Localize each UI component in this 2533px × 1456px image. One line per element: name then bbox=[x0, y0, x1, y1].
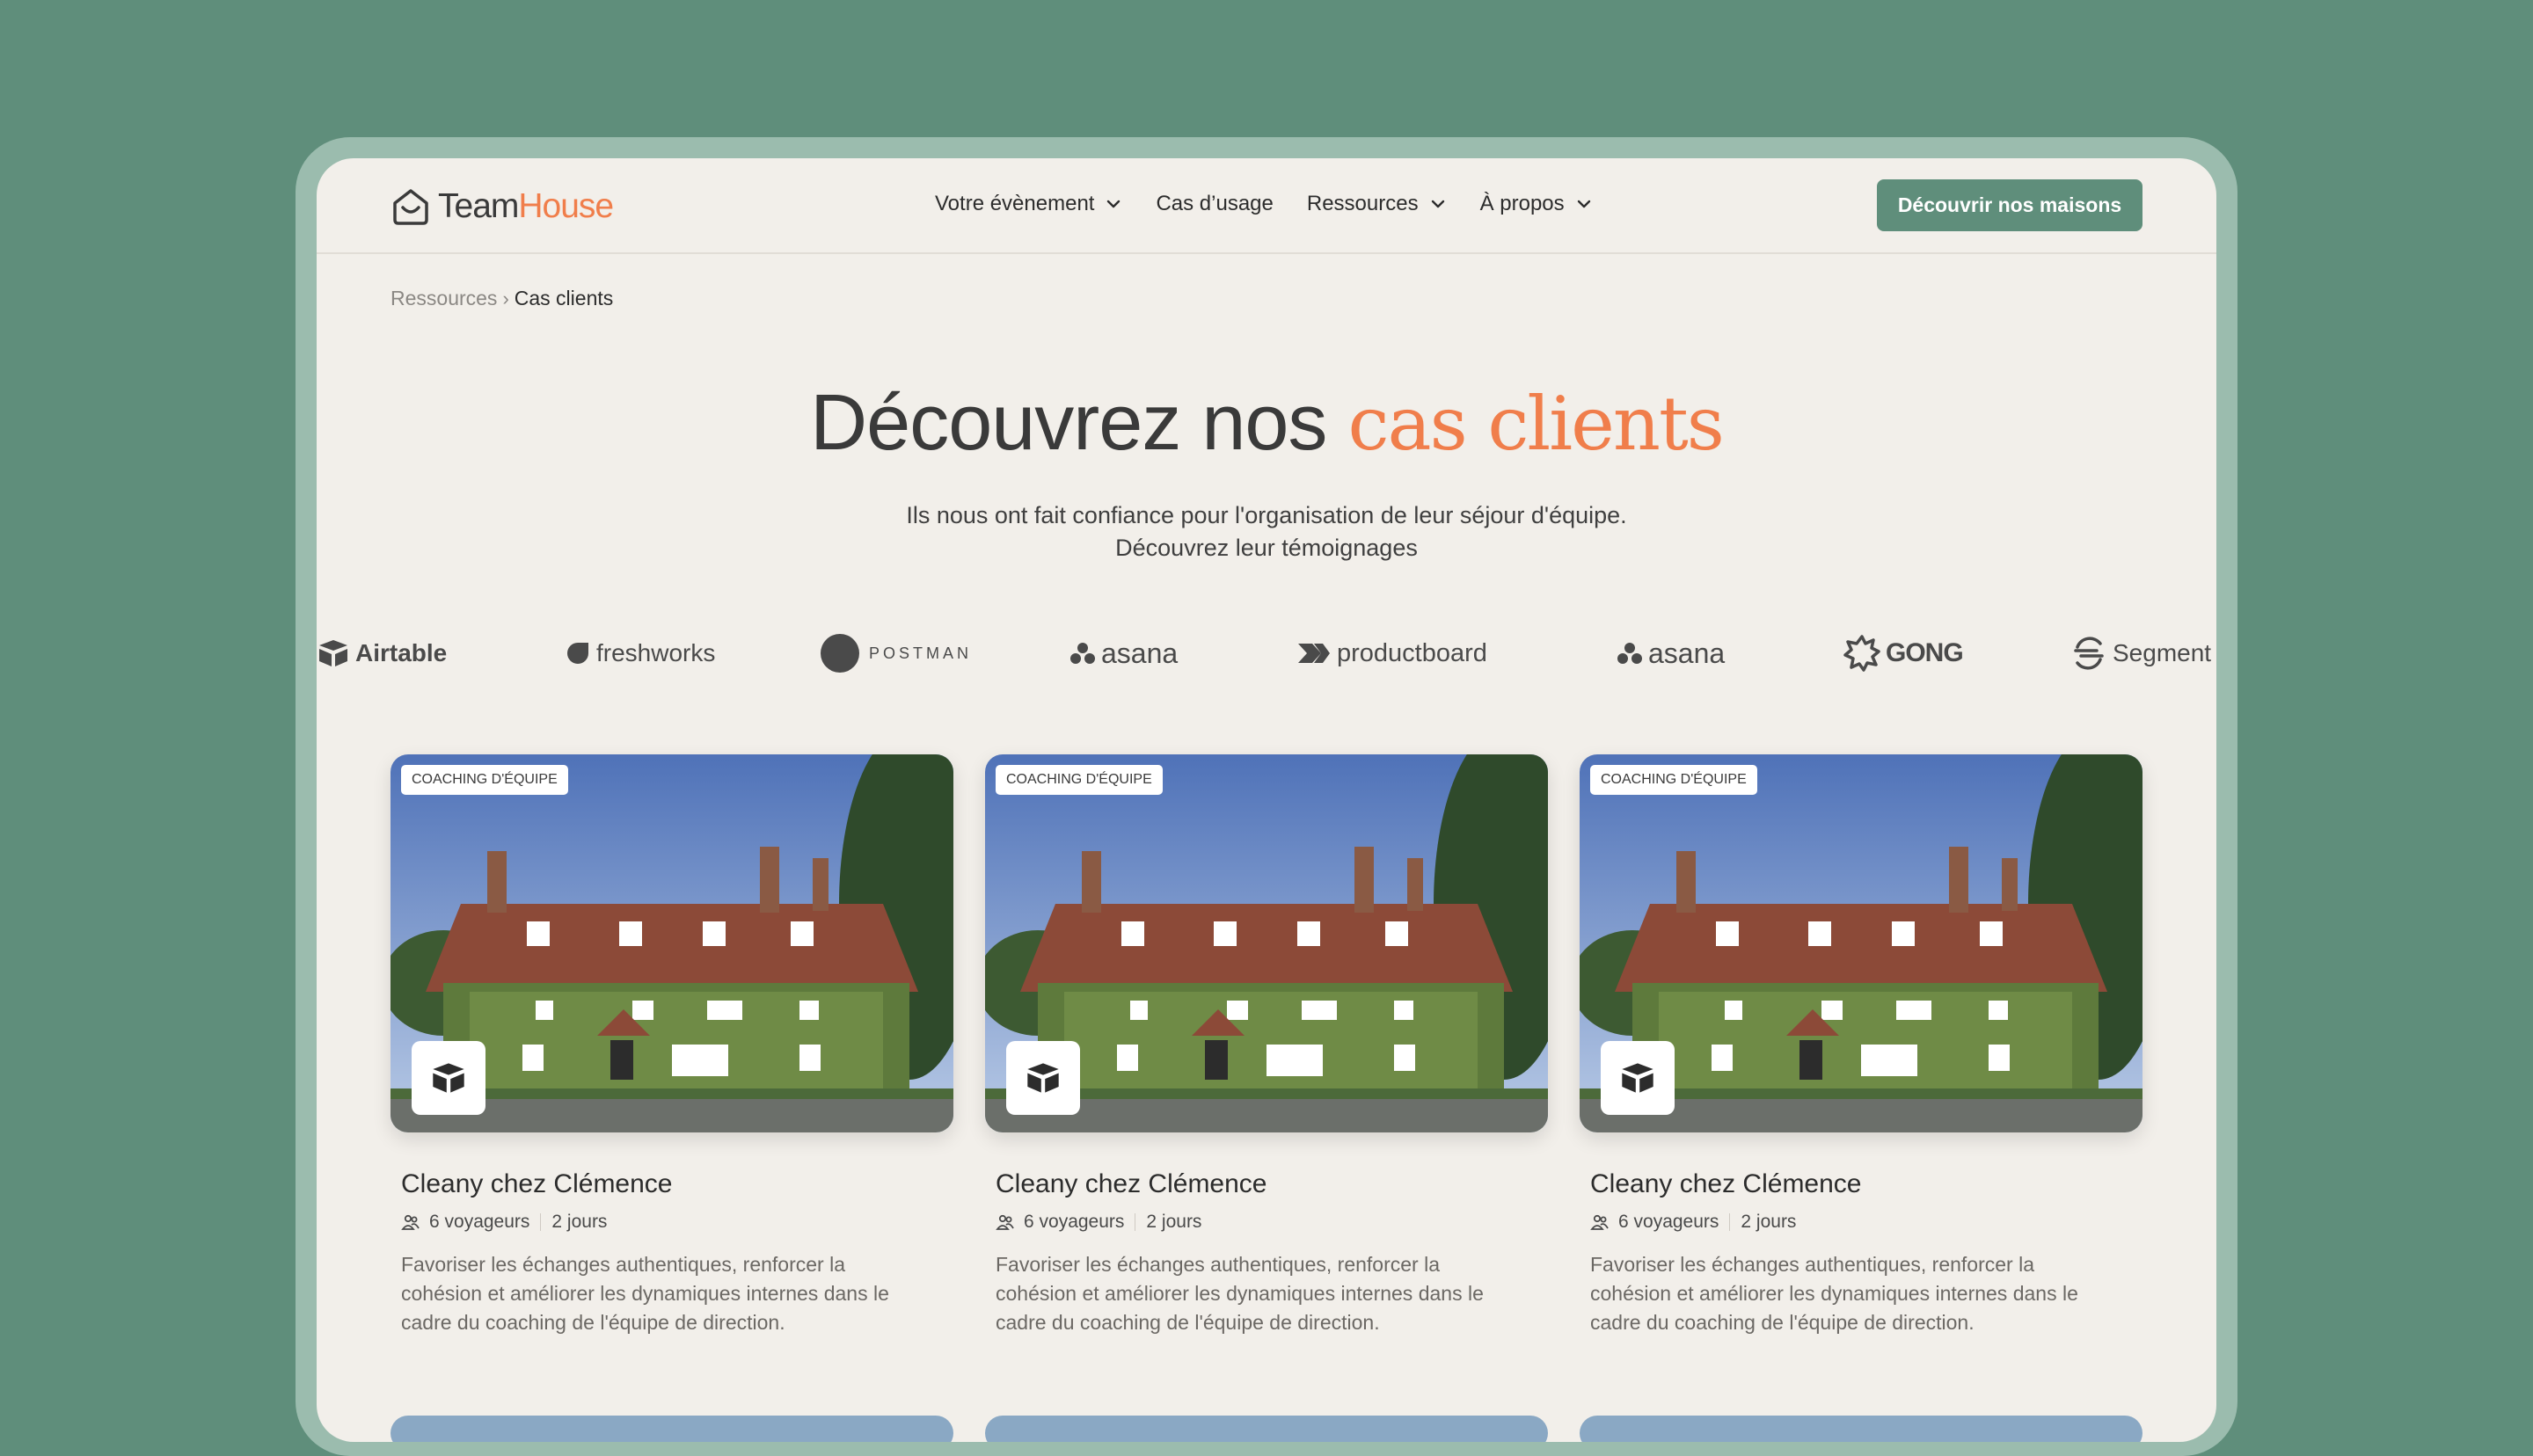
card-title[interactable]: Cleany chez Clémence bbox=[1590, 1169, 2142, 1199]
client-logo-freshworks: freshworks bbox=[565, 631, 715, 675]
client-badge bbox=[412, 1041, 485, 1115]
airtable-wordmark: Airtable bbox=[355, 639, 448, 666]
page-title: Découvrez nos cas clients bbox=[317, 383, 2216, 462]
stay-duration: 2 jours bbox=[1146, 1212, 1202, 1232]
asana-wordmark: asana bbox=[1648, 637, 1726, 669]
case-study-card-next[interactable] bbox=[391, 1416, 953, 1442]
logo-wordmark: TeamHouse bbox=[438, 187, 614, 226]
nav-label: Cas d’usage bbox=[1156, 192, 1274, 215]
airtable-icon bbox=[433, 1063, 464, 1093]
travelers-count: 6 voyageurs bbox=[1618, 1212, 1719, 1232]
client-logo-asana-2: asana bbox=[1617, 631, 1725, 675]
nav-item-a-propos[interactable]: À propos bbox=[1480, 192, 1593, 216]
card-image[interactable]: COACHING D'ÉQUIPE bbox=[985, 754, 1548, 1132]
nav-item-votre-evenement[interactable]: Votre évènement bbox=[935, 192, 1122, 216]
airtable-icon bbox=[1622, 1063, 1653, 1093]
category-tag: COACHING D'ÉQUIPE bbox=[1590, 765, 1757, 795]
client-logo-postman: POSTMAN bbox=[820, 631, 972, 675]
travelers-icon bbox=[996, 1214, 1014, 1230]
gong-icon bbox=[1843, 635, 1880, 672]
gong-wordmark: GONG bbox=[1886, 638, 1964, 667]
nav-label: À propos bbox=[1479, 192, 1565, 215]
teamhouse-logo[interactable]: TeamHouse bbox=[391, 185, 614, 229]
house-logo-icon bbox=[393, 189, 428, 225]
category-tag: COACHING D'ÉQUIPE bbox=[996, 765, 1163, 795]
asana-icon bbox=[1070, 643, 1095, 664]
breadcrumb-link-ressources[interactable]: Ressources bbox=[391, 287, 497, 310]
card-image[interactable]: COACHING D'ÉQUIPE bbox=[1580, 754, 2142, 1132]
category-tag: COACHING D'ÉQUIPE bbox=[401, 765, 568, 795]
breadcrumb-current: Cas clients bbox=[514, 287, 614, 309]
card-meta: 6 voyageurs 2 jours bbox=[996, 1212, 1548, 1233]
stay-duration: 2 jours bbox=[1741, 1212, 1797, 1232]
nav-item-cas-usage[interactable]: Cas d’usage bbox=[1156, 192, 1273, 216]
case-study-card[interactable]: COACHING D'ÉQUIPE Cleany chez Clémence 6… bbox=[1580, 754, 2142, 1337]
case-study-card[interactable]: COACHING D'ÉQUIPE Cleany chez Clémence 6… bbox=[391, 754, 953, 1337]
card-title[interactable]: Cleany chez Clémence bbox=[401, 1169, 953, 1199]
chevron-down-icon bbox=[1107, 200, 1121, 208]
segment-wordmark: Segment bbox=[2113, 639, 2212, 666]
subtitle-line-2: Découvrez leur témoignages bbox=[1115, 535, 1418, 561]
card-description: Favoriser les échanges authentiques, ren… bbox=[1590, 1253, 2078, 1334]
case-study-card-next[interactable] bbox=[1580, 1416, 2142, 1442]
client-logo-productboard: productboard bbox=[1296, 631, 1487, 675]
browser-window: TeamHouse Votre évènement Cas d’usage Re… bbox=[317, 158, 2216, 1442]
meta-divider bbox=[1729, 1213, 1731, 1231]
client-logos-strip: Airtable freshworks POSTMAN asana produc… bbox=[317, 624, 2216, 695]
breadcrumb: Ressources › Cas clients bbox=[391, 287, 613, 310]
asana-wordmark: asana bbox=[1101, 637, 1179, 669]
asana-icon bbox=[1617, 643, 1642, 664]
discover-houses-button[interactable]: Découvrir nos maisons bbox=[1877, 179, 2142, 231]
card-image[interactable]: COACHING D'ÉQUIPE bbox=[391, 754, 953, 1132]
card-description: Favoriser les échanges authentiques, ren… bbox=[996, 1253, 1484, 1334]
card-title[interactable]: Cleany chez Clémence bbox=[996, 1169, 1548, 1199]
subtitle-line-1: Ils nous ont fait confiance pour l'organ… bbox=[906, 502, 1627, 528]
productboard-wordmark: productboard bbox=[1337, 638, 1487, 667]
travelers-count: 6 voyageurs bbox=[429, 1212, 530, 1232]
page-subtitle: Ils nous ont fait confiance pour l'organ… bbox=[317, 499, 2216, 564]
nav-item-ressources[interactable]: Ressources bbox=[1307, 192, 1447, 216]
case-study-card[interactable]: COACHING D'ÉQUIPE Cleany chez Clémence 6… bbox=[985, 754, 1548, 1337]
nav-label: Ressources bbox=[1306, 192, 1419, 215]
title-accent: cas clients bbox=[1347, 381, 1724, 467]
logo-team-text: Team bbox=[438, 187, 519, 225]
airtable-icon bbox=[1027, 1063, 1059, 1093]
nav-label: Votre évènement bbox=[935, 192, 1095, 215]
site-header: TeamHouse Votre évènement Cas d’usage Re… bbox=[317, 158, 2216, 254]
postman-wordmark: POSTMAN bbox=[869, 644, 973, 662]
client-logo-asana-1: asana bbox=[1069, 631, 1178, 675]
client-logo-airtable: Airtable bbox=[317, 631, 447, 675]
productboard-icon bbox=[1298, 644, 1330, 663]
title-plain: Découvrez nos bbox=[810, 379, 1327, 467]
chevron-down-icon bbox=[1577, 200, 1590, 208]
freshworks-icon bbox=[567, 643, 588, 664]
segment-icon bbox=[2074, 637, 2104, 670]
card-meta: 6 voyageurs 2 jours bbox=[401, 1212, 953, 1233]
travelers-icon bbox=[401, 1214, 420, 1230]
chevron-down-icon bbox=[1431, 200, 1444, 208]
travelers-icon bbox=[1590, 1214, 1609, 1230]
logo-house-text: House bbox=[518, 187, 614, 225]
client-badge bbox=[1601, 1041, 1675, 1115]
case-study-card-next[interactable] bbox=[985, 1416, 1548, 1442]
client-logo-segment: Segment bbox=[2070, 631, 2211, 675]
travelers-count: 6 voyageurs bbox=[1024, 1212, 1125, 1232]
client-logo-gong: GONG bbox=[1843, 631, 1964, 675]
postman-icon bbox=[821, 634, 859, 673]
stay-duration: 2 jours bbox=[551, 1212, 608, 1232]
airtable-icon bbox=[319, 640, 347, 666]
meta-divider bbox=[540, 1213, 542, 1231]
card-meta: 6 voyageurs 2 jours bbox=[1590, 1212, 2142, 1233]
client-badge bbox=[1006, 1041, 1080, 1115]
main-nav: Votre évènement Cas d’usage Ressources À… bbox=[935, 192, 1626, 216]
breadcrumb-separator: › bbox=[502, 287, 509, 309]
freshworks-wordmark: freshworks bbox=[596, 639, 716, 666]
card-description: Favoriser les échanges authentiques, ren… bbox=[401, 1253, 889, 1334]
